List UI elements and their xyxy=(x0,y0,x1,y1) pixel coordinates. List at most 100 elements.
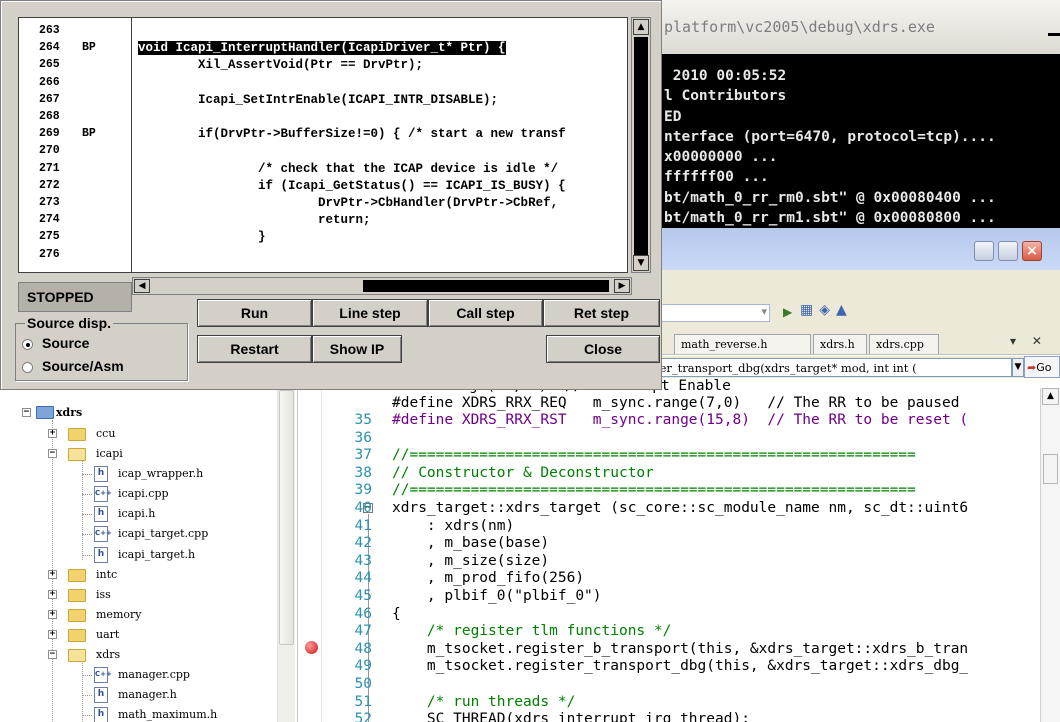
toolbar-icons[interactable]: ▦◈▲ xyxy=(800,302,853,318)
tree-item-label[interactable]: xdrs xyxy=(56,406,82,419)
code-line[interactable]: , m_prod_fifo(256) xyxy=(392,570,584,586)
tree-item-label[interactable]: icapi.h xyxy=(118,507,155,520)
tree-row[interactable]: − xdrs xyxy=(0,645,276,665)
source-asm-radio-label[interactable]: Source/Asm xyxy=(42,358,124,374)
tree-item-label[interactable]: uart xyxy=(96,628,119,641)
scroll-up-icon[interactable]: ▲ xyxy=(1042,388,1059,405)
tree-item-label[interactable]: manager.cpp xyxy=(118,668,190,681)
code-line[interactable]: m_tsocket.register_transport_dbg(this, &… xyxy=(392,658,968,674)
close-button[interactable]: Close xyxy=(546,335,660,363)
source-asm-radio[interactable] xyxy=(22,362,33,373)
minimize-icon[interactable] xyxy=(1048,18,1060,36)
expand-icon[interactable]: + xyxy=(48,429,57,438)
ide-maximize-icon[interactable] xyxy=(998,241,1018,261)
run-button[interactable]: Run xyxy=(197,299,312,327)
tree-row[interactable]: h manager.h xyxy=(0,685,276,705)
code-line[interactable]: { xyxy=(392,606,401,622)
tree-row[interactable]: + uart xyxy=(0,625,276,645)
call-step-button[interactable]: Call step xyxy=(428,299,543,327)
tree-row[interactable]: h icap_wrapper.h xyxy=(0,464,276,484)
expand-icon[interactable]: + xyxy=(48,630,57,639)
collapse-icon[interactable]: − xyxy=(48,650,57,659)
expand-icon[interactable]: + xyxy=(48,570,57,579)
scroll-left-icon[interactable]: ◀ xyxy=(134,279,150,293)
ide-title-bar[interactable]: × xyxy=(640,228,1060,270)
code-line[interactable]: m_tsocket.register_b_transport(this, &xd… xyxy=(392,641,968,657)
code-line[interactable]: /* run threads */ xyxy=(392,694,575,710)
tree-row[interactable]: + memory xyxy=(0,605,276,625)
collapse-icon[interactable]: − xyxy=(22,408,31,417)
restart-button[interactable]: Restart xyxy=(197,335,312,363)
editor-scrollbar[interactable]: ▲ xyxy=(1040,388,1060,722)
solution-config-combo[interactable] xyxy=(655,304,770,322)
breakpoint-icon[interactable] xyxy=(305,641,318,654)
tree-row[interactable]: + ccu xyxy=(0,424,276,444)
go-button[interactable]: ➦Go xyxy=(1024,356,1060,378)
tree-row[interactable]: + iss xyxy=(0,585,276,605)
tree-row[interactable]: C++ icapi.cpp xyxy=(0,484,276,504)
scroll-right-icon[interactable]: ▶ xyxy=(614,279,630,293)
scrollbar-thumb[interactable] xyxy=(363,280,609,292)
explorer-scrollbar[interactable] xyxy=(277,390,295,722)
code-line[interactable]: : xdrs(nm) xyxy=(392,518,514,534)
console-window[interactable]: platform\vc2005\debug\xdrs.exe 2010 00:0… xyxy=(640,0,1060,243)
scroll-down-icon[interactable]: ▼ xyxy=(633,255,649,271)
code-line[interactable]: , m_base(base) xyxy=(392,535,549,551)
play-icon[interactable]: ▶ xyxy=(783,305,792,319)
tab-menu-icon[interactable]: ▾ ✕ xyxy=(1010,334,1048,348)
tab-xdrs-h[interactable]: xdrs.h xyxy=(813,334,867,354)
tree-item-label[interactable]: intc xyxy=(96,568,117,581)
code-line[interactable]: #define XDRS_RRX_RST m_sync.range(15,8) … xyxy=(392,412,968,428)
tree-row[interactable]: C++ manager.cpp xyxy=(0,665,276,685)
tree-row[interactable]: h icapi_target.h xyxy=(0,545,276,565)
source-radio[interactable] xyxy=(22,339,33,350)
tree-row[interactable]: C++ icapi_target.cpp xyxy=(0,524,276,544)
code-line[interactable]: // Constructor & Deconstructor xyxy=(392,465,654,481)
function-combo[interactable]: ter_transport_dbg(xdrs_target* mod, int … xyxy=(650,358,1012,377)
tree-row[interactable]: − xdrs xyxy=(0,403,276,423)
tab-math-reverse-h[interactable]: math_reverse.h xyxy=(674,334,811,354)
breakpoint-gutter[interactable] xyxy=(298,378,322,722)
tree-item-label[interactable]: memory xyxy=(96,608,141,621)
console-title-bar[interactable]: platform\vc2005\debug\xdrs.exe xyxy=(640,0,1060,54)
tree-item-label[interactable]: icapi.cpp xyxy=(118,487,169,500)
code-line[interactable]: , m_size(size) xyxy=(392,553,549,569)
tree-item-label[interactable]: icap_wrapper.h xyxy=(118,467,203,480)
ide-close-icon[interactable]: × xyxy=(1022,241,1042,261)
chevron-down-icon[interactable]: ▼ xyxy=(1012,358,1024,377)
tab-xdrs-cpp[interactable]: xdrs.cpp xyxy=(869,334,939,354)
show-ip-button[interactable]: Show IP xyxy=(312,335,402,363)
expand-icon[interactable]: + xyxy=(48,590,57,599)
scrollbar-track[interactable] xyxy=(634,37,648,266)
tree-row[interactable]: h icapi.h xyxy=(0,504,276,524)
tree-row[interactable]: − icapi xyxy=(0,444,276,464)
tree-item-label[interactable]: iss xyxy=(96,588,111,601)
tree-item-label[interactable]: icapi xyxy=(96,447,123,460)
code-line[interactable]: //======================================… xyxy=(392,482,916,498)
line-step-button[interactable]: Line step xyxy=(312,299,428,327)
scrollbar-thumb[interactable] xyxy=(1043,454,1058,484)
code-line[interactable]: xdrs_target::xdrs_target (sc_core::sc_mo… xyxy=(392,500,968,516)
code-line[interactable]: , plbif_0("plbif_0") xyxy=(392,588,602,604)
debugger-vscrollbar[interactable]: ▲ ▼ xyxy=(631,17,651,273)
tree-item-label[interactable]: manager.h xyxy=(118,688,177,701)
code-line[interactable]: SC_THREAD(xdrs_interrupt_irq_thread); xyxy=(392,711,750,722)
tree-item-label[interactable]: math_maximum.h xyxy=(118,708,217,721)
tree-row[interactable]: + intc xyxy=(0,565,276,585)
code-line[interactable]: //======================================… xyxy=(392,447,916,463)
code-line[interactable]: /* register tlm functions */ xyxy=(392,623,671,639)
tree-item-label[interactable]: ccu xyxy=(96,427,115,440)
source-radio-label[interactable]: Source xyxy=(42,335,89,351)
debugger-source-view[interactable]: void Icapi_InterruptHandler(IcapiDriver_… xyxy=(132,17,628,273)
tree-item-label[interactable]: xdrs xyxy=(96,648,120,661)
collapse-icon[interactable]: − xyxy=(48,449,57,458)
scroll-up-icon[interactable]: ▲ xyxy=(633,19,649,35)
scrollbar-thumb[interactable] xyxy=(279,390,294,645)
tree-item-label[interactable]: icapi_target.cpp xyxy=(118,527,208,540)
ret-step-button[interactable]: Ret step xyxy=(543,299,660,327)
expand-icon[interactable]: + xyxy=(48,610,57,619)
tree-row[interactable]: h math_maximum.h xyxy=(0,705,276,722)
tree-item-label[interactable]: icapi_target.h xyxy=(118,548,195,561)
debugger-hscrollbar[interactable]: ◀ ▶ xyxy=(132,277,632,295)
ide-minimize-icon[interactable] xyxy=(974,241,994,261)
